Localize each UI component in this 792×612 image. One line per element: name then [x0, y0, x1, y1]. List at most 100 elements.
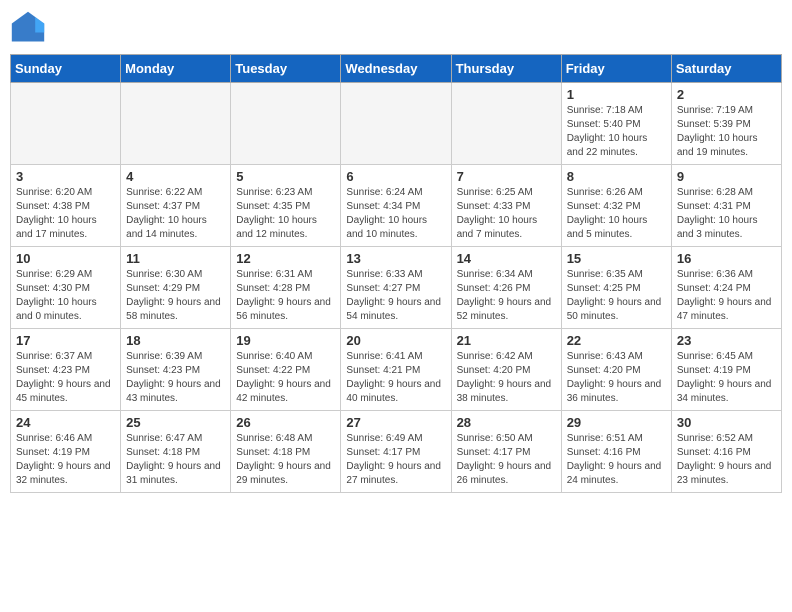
- day-number: 7: [457, 169, 556, 184]
- day-info: Sunrise: 6:49 AM Sunset: 4:17 PM Dayligh…: [346, 432, 445, 488]
- day-info: Sunrise: 6:39 AM Sunset: 4:23 PM Dayligh…: [126, 350, 225, 406]
- day-info: Sunrise: 6:26 AM Sunset: 4:32 PM Dayligh…: [567, 186, 666, 242]
- calendar-cell: 2Sunrise: 7:19 AM Sunset: 5:39 PM Daylig…: [671, 83, 781, 165]
- day-info: Sunrise: 6:47 AM Sunset: 4:18 PM Dayligh…: [126, 432, 225, 488]
- day-info: Sunrise: 6:25 AM Sunset: 4:33 PM Dayligh…: [457, 186, 556, 242]
- day-info: Sunrise: 6:36 AM Sunset: 4:24 PM Dayligh…: [677, 268, 776, 324]
- calendar-body: 1Sunrise: 7:18 AM Sunset: 5:40 PM Daylig…: [11, 83, 782, 493]
- calendar-cell: 3 Sunrise: 6:20 AM Sunset: 4:38 PM Daylig…: [11, 165, 121, 247]
- day-number: 23: [677, 333, 776, 348]
- day-number: 25: [126, 415, 225, 430]
- calendar-cell: 29Sunrise: 6:51 AM Sunset: 4:16 PM Dayli…: [561, 411, 671, 493]
- calendar-table: SundayMondayTuesdayWednesdayThursdayFrid…: [10, 54, 782, 493]
- day-info: Sunrise: 6:30 AM Sunset: 4:29 PM Dayligh…: [126, 268, 225, 324]
- calendar-cell: 7 Sunrise: 6:25 AM Sunset: 4:33 PM Daylig…: [451, 165, 561, 247]
- week-row-2: 10 Sunrise: 6:29 AM Sunset: 4:30 PM Dayli…: [11, 247, 782, 329]
- calendar-cell: 4 Sunrise: 6:22 AM Sunset: 4:37 PM Daylig…: [121, 165, 231, 247]
- weekday-header-monday: Monday: [121, 55, 231, 83]
- calendar-cell: 8 Sunrise: 6:26 AM Sunset: 4:32 PM Daylig…: [561, 165, 671, 247]
- day-info: Sunrise: 6:41 AM Sunset: 4:21 PM Dayligh…: [346, 350, 445, 406]
- calendar-cell: [121, 83, 231, 165]
- day-number: 14: [457, 251, 556, 266]
- day-info: Sunrise: 6:42 AM Sunset: 4:20 PM Dayligh…: [457, 350, 556, 406]
- weekday-header-wednesday: Wednesday: [341, 55, 451, 83]
- day-info: Sunrise: 6:43 AM Sunset: 4:20 PM Dayligh…: [567, 350, 666, 406]
- calendar-cell: 19 Sunrise: 6:40 AM Sunset: 4:22 PM Dayli…: [231, 329, 341, 411]
- calendar-cell: 25 Sunrise: 6:47 AM Sunset: 4:18 PM Dayli…: [121, 411, 231, 493]
- day-info: Sunrise: 6:22 AM Sunset: 4:37 PM Dayligh…: [126, 186, 225, 242]
- calendar-cell: 27 Sunrise: 6:49 AM Sunset: 4:17 PM Dayli…: [341, 411, 451, 493]
- day-info: Sunrise: 6:45 AM Sunset: 4:19 PM Dayligh…: [677, 350, 776, 406]
- calendar-cell: 10 Sunrise: 6:29 AM Sunset: 4:30 PM Dayli…: [11, 247, 121, 329]
- weekday-header-friday: Friday: [561, 55, 671, 83]
- day-number: 18: [126, 333, 225, 348]
- calendar-cell: 26 Sunrise: 6:48 AM Sunset: 4:18 PM Dayli…: [231, 411, 341, 493]
- day-number: 26: [236, 415, 335, 430]
- calendar-cell: 21 Sunrise: 6:42 AM Sunset: 4:20 PM Dayli…: [451, 329, 561, 411]
- day-number: 13: [346, 251, 445, 266]
- day-number: 3: [16, 169, 115, 184]
- weekday-header-thursday: Thursday: [451, 55, 561, 83]
- day-number: 15: [567, 251, 666, 266]
- calendar-cell: [341, 83, 451, 165]
- day-number: 28: [457, 415, 556, 430]
- day-info: Sunrise: 6:52 AM Sunset: 4:16 PM Dayligh…: [677, 432, 776, 488]
- day-number: 11: [126, 251, 225, 266]
- day-info: Sunrise: 6:46 AM Sunset: 4:19 PM Dayligh…: [16, 432, 115, 488]
- day-number: 8: [567, 169, 666, 184]
- calendar-cell: [451, 83, 561, 165]
- calendar-cell: 13 Sunrise: 6:33 AM Sunset: 4:27 PM Dayli…: [341, 247, 451, 329]
- day-number: 22: [567, 333, 666, 348]
- day-number: 17: [16, 333, 115, 348]
- week-row-1: 3 Sunrise: 6:20 AM Sunset: 4:38 PM Daylig…: [11, 165, 782, 247]
- calendar-cell: 9 Sunrise: 6:28 AM Sunset: 4:31 PM Daylig…: [671, 165, 781, 247]
- calendar-cell: 1Sunrise: 7:18 AM Sunset: 5:40 PM Daylig…: [561, 83, 671, 165]
- logo: [10, 10, 50, 46]
- day-number: 16: [677, 251, 776, 266]
- calendar-cell: 24 Sunrise: 6:46 AM Sunset: 4:19 PM Dayli…: [11, 411, 121, 493]
- day-number: 29: [567, 415, 666, 430]
- weekday-header-tuesday: Tuesday: [231, 55, 341, 83]
- weekday-header-row: SundayMondayTuesdayWednesdayThursdayFrid…: [11, 55, 782, 83]
- calendar-cell: 30Sunrise: 6:52 AM Sunset: 4:16 PM Dayli…: [671, 411, 781, 493]
- logo-icon: [10, 10, 46, 46]
- day-number: 5: [236, 169, 335, 184]
- day-info: Sunrise: 6:48 AM Sunset: 4:18 PM Dayligh…: [236, 432, 335, 488]
- calendar-cell: 11 Sunrise: 6:30 AM Sunset: 4:29 PM Dayli…: [121, 247, 231, 329]
- calendar-cell: 28Sunrise: 6:50 AM Sunset: 4:17 PM Dayli…: [451, 411, 561, 493]
- calendar-cell: 17 Sunrise: 6:37 AM Sunset: 4:23 PM Dayli…: [11, 329, 121, 411]
- calendar-cell: 22 Sunrise: 6:43 AM Sunset: 4:20 PM Dayli…: [561, 329, 671, 411]
- calendar-cell: 12Sunrise: 6:31 AM Sunset: 4:28 PM Dayli…: [231, 247, 341, 329]
- day-info: Sunrise: 7:18 AM Sunset: 5:40 PM Dayligh…: [567, 104, 666, 160]
- day-info: Sunrise: 6:33 AM Sunset: 4:27 PM Dayligh…: [346, 268, 445, 324]
- day-info: Sunrise: 6:28 AM Sunset: 4:31 PM Dayligh…: [677, 186, 776, 242]
- weekday-header-sunday: Sunday: [11, 55, 121, 83]
- day-number: 24: [16, 415, 115, 430]
- day-info: Sunrise: 7:19 AM Sunset: 5:39 PM Dayligh…: [677, 104, 776, 160]
- day-info: Sunrise: 6:35 AM Sunset: 4:25 PM Dayligh…: [567, 268, 666, 324]
- week-row-4: 24 Sunrise: 6:46 AM Sunset: 4:19 PM Dayli…: [11, 411, 782, 493]
- weekday-header-saturday: Saturday: [671, 55, 781, 83]
- calendar-cell: 23 Sunrise: 6:45 AM Sunset: 4:19 PM Dayli…: [671, 329, 781, 411]
- calendar-cell: [11, 83, 121, 165]
- calendar-cell: 14Sunrise: 6:34 AM Sunset: 4:26 PM Dayli…: [451, 247, 561, 329]
- day-number: 27: [346, 415, 445, 430]
- calendar-cell: 20 Sunrise: 6:41 AM Sunset: 4:21 PM Dayli…: [341, 329, 451, 411]
- calendar-cell: 18 Sunrise: 6:39 AM Sunset: 4:23 PM Dayli…: [121, 329, 231, 411]
- page-header: [10, 10, 782, 46]
- day-number: 4: [126, 169, 225, 184]
- day-info: Sunrise: 6:29 AM Sunset: 4:30 PM Dayligh…: [16, 268, 115, 324]
- day-number: 10: [16, 251, 115, 266]
- day-info: Sunrise: 6:40 AM Sunset: 4:22 PM Dayligh…: [236, 350, 335, 406]
- day-number: 12: [236, 251, 335, 266]
- day-info: Sunrise: 6:24 AM Sunset: 4:34 PM Dayligh…: [346, 186, 445, 242]
- day-number: 9: [677, 169, 776, 184]
- day-number: 21: [457, 333, 556, 348]
- day-number: 20: [346, 333, 445, 348]
- calendar-cell: 15 Sunrise: 6:35 AM Sunset: 4:25 PM Dayli…: [561, 247, 671, 329]
- day-info: Sunrise: 6:20 AM Sunset: 4:38 PM Dayligh…: [16, 186, 115, 242]
- calendar-cell: 6Sunrise: 6:24 AM Sunset: 4:34 PM Daylig…: [341, 165, 451, 247]
- day-info: Sunrise: 6:37 AM Sunset: 4:23 PM Dayligh…: [16, 350, 115, 406]
- calendar-cell: 16 Sunrise: 6:36 AM Sunset: 4:24 PM Dayli…: [671, 247, 781, 329]
- day-number: 19: [236, 333, 335, 348]
